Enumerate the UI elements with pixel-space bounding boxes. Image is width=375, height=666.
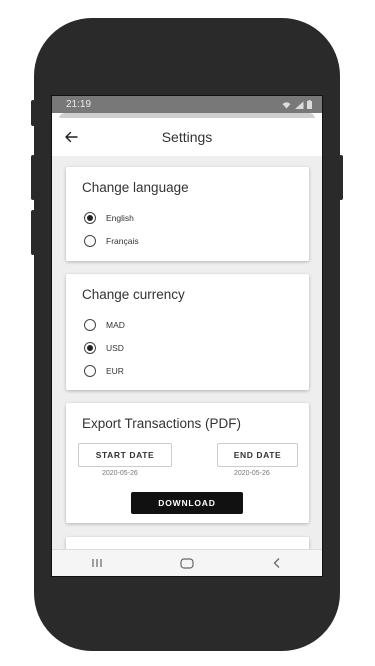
radio-unchecked-icon[interactable] bbox=[84, 365, 96, 377]
phone-screen: 21:19 Settings Change language English F… bbox=[51, 95, 323, 577]
phone-side-button bbox=[31, 155, 35, 200]
currency-option-label: MAD bbox=[106, 320, 125, 330]
start-date-value: 2020-05-26 bbox=[102, 470, 138, 477]
language-option-english[interactable]: English bbox=[84, 212, 134, 224]
wifi-icon bbox=[282, 101, 291, 108]
end-date-value: 2020-05-26 bbox=[234, 470, 270, 477]
signal-icon bbox=[295, 101, 304, 109]
language-card: Change language English Français bbox=[66, 167, 309, 261]
status-bar: 21:19 bbox=[52, 96, 322, 113]
currency-option-label: EUR bbox=[106, 366, 124, 376]
page-title: Settings bbox=[161, 129, 213, 145]
download-button[interactable]: DOWNLOAD bbox=[131, 492, 243, 514]
export-card: Export Transactions (PDF) START DATE 202… bbox=[66, 403, 309, 523]
battery-icon bbox=[307, 100, 312, 109]
currency-card: Change currency MAD USD EUR bbox=[66, 274, 309, 390]
recent-apps-icon bbox=[92, 559, 102, 567]
home-icon bbox=[180, 557, 194, 569]
radio-unchecked-icon[interactable] bbox=[84, 235, 96, 247]
back-chevron-icon bbox=[273, 558, 280, 568]
status-time: 21:19 bbox=[66, 99, 92, 110]
export-card-title: Export Transactions (PDF) bbox=[82, 416, 242, 431]
phone-side-button bbox=[31, 100, 35, 126]
currency-option-usd[interactable]: USD bbox=[84, 342, 124, 354]
recent-apps-button[interactable] bbox=[77, 553, 117, 573]
arrow-left-icon bbox=[65, 131, 78, 143]
language-card-title: Change language bbox=[82, 180, 189, 195]
settings-content: Change language English Français Change … bbox=[52, 156, 322, 550]
nav-back-button[interactable] bbox=[257, 553, 297, 573]
phone-side-button bbox=[31, 210, 35, 255]
back-button[interactable] bbox=[52, 131, 90, 143]
android-nav-bar bbox=[52, 549, 322, 576]
language-option-label: Français bbox=[106, 236, 139, 246]
language-option-label: English bbox=[106, 213, 134, 223]
app-bar: Settings bbox=[52, 118, 322, 156]
currency-option-eur[interactable]: EUR bbox=[84, 365, 124, 377]
home-button[interactable] bbox=[167, 553, 207, 573]
currency-option-label: USD bbox=[106, 343, 124, 353]
radio-checked-icon[interactable] bbox=[84, 342, 96, 354]
phone-power-button bbox=[339, 155, 343, 200]
currency-card-title: Change currency bbox=[82, 287, 185, 302]
radio-unchecked-icon[interactable] bbox=[84, 319, 96, 331]
language-option-francais[interactable]: Français bbox=[84, 235, 139, 247]
radio-checked-icon[interactable] bbox=[84, 212, 96, 224]
status-icons bbox=[282, 100, 312, 109]
currency-option-mad[interactable]: MAD bbox=[84, 319, 125, 331]
end-date-button[interactable]: END DATE bbox=[217, 443, 298, 467]
start-date-button[interactable]: START DATE bbox=[78, 443, 172, 467]
